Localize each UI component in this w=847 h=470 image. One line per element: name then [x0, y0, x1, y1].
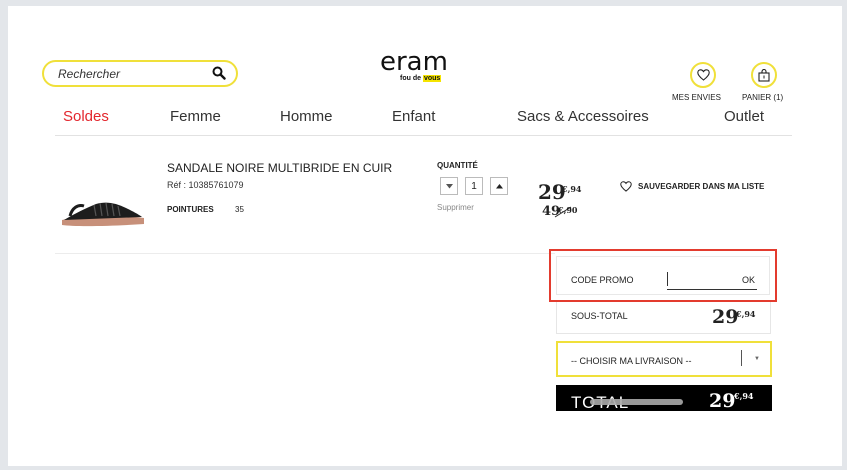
logo-tagline: fou de vous [400, 75, 442, 82]
chevron-down-icon[interactable]: ▼ [754, 356, 760, 362]
cart-label[interactable]: PANIER (1) [742, 93, 783, 102]
caret-up-icon [495, 183, 503, 188]
wishlist-label[interactable]: MES ENVIES [672, 93, 721, 102]
search-box[interactable]: Rechercher [42, 60, 238, 87]
subtotal-price: 29 €,94 [712, 306, 756, 328]
promo-ok-button[interactable]: OK [742, 275, 755, 285]
subtotal-label: SOUS-TOTAL [571, 311, 628, 321]
cart-button[interactable] [751, 62, 777, 88]
total-row: TOTAL 29€,94 [556, 385, 772, 411]
nav-item-outlet[interactable]: Outlet [724, 108, 764, 125]
size-value: 35 [235, 205, 244, 214]
caret-down-icon [445, 183, 453, 188]
save-to-list-label: SAUVEGARDER DANS MA LISTE [638, 182, 765, 191]
quantity-value[interactable]: 1 [465, 177, 483, 195]
search-icon[interactable] [212, 66, 226, 80]
scrollbar-thumb[interactable] [590, 399, 683, 405]
remove-link[interactable]: Supprimer [437, 203, 474, 212]
strikethrough-mark [554, 206, 572, 218]
product-divider [55, 253, 555, 254]
nav-item-homme[interactable]: Homme [280, 108, 333, 125]
quantity-decrease-button[interactable] [440, 177, 458, 195]
product-title[interactable]: SANDALE NOIRE MULTIBRIDE EN CUIR [167, 161, 392, 175]
delivery-select-value: -- CHOISIR MA LIVRAISON -- [571, 356, 692, 366]
eram-logo[interactable]: eram fou de vous [380, 47, 470, 85]
heart-icon [620, 181, 632, 192]
nav-item-sacs-accessoires[interactable]: Sacs & Accessoires [517, 108, 649, 125]
save-to-list-button[interactable]: SAUVEGARDER DANS MA LISTE [620, 181, 764, 192]
size-label: POINTURES [167, 205, 214, 214]
promo-code-cursor [667, 272, 668, 286]
total-price: 29 €,94 [709, 390, 754, 411]
promo-code-label: CODE PROMO [571, 275, 634, 285]
product-reference: Réf : 10385761079 [167, 180, 244, 190]
delivery-select-separator [741, 350, 742, 366]
nav-item-soldes[interactable]: Soldes [63, 108, 109, 125]
heart-icon [696, 69, 710, 81]
product-old-price: 49 €,90 [542, 204, 578, 219]
nav-divider [55, 135, 792, 136]
search-placeholder: Rechercher [58, 67, 121, 81]
product-image[interactable] [56, 156, 148, 246]
quantity-label: QUANTITÉ [437, 161, 478, 170]
shopping-bag-icon [758, 68, 770, 82]
promo-code-input[interactable] [667, 289, 757, 290]
wishlist-button[interactable] [690, 62, 716, 88]
quantity-increase-button[interactable] [490, 177, 508, 195]
nav-item-femme[interactable]: Femme [170, 108, 221, 125]
nav-item-enfant[interactable]: Enfant [392, 108, 435, 125]
logo-word: eram [380, 47, 448, 77]
product-price: 29 €,94 [538, 180, 582, 204]
